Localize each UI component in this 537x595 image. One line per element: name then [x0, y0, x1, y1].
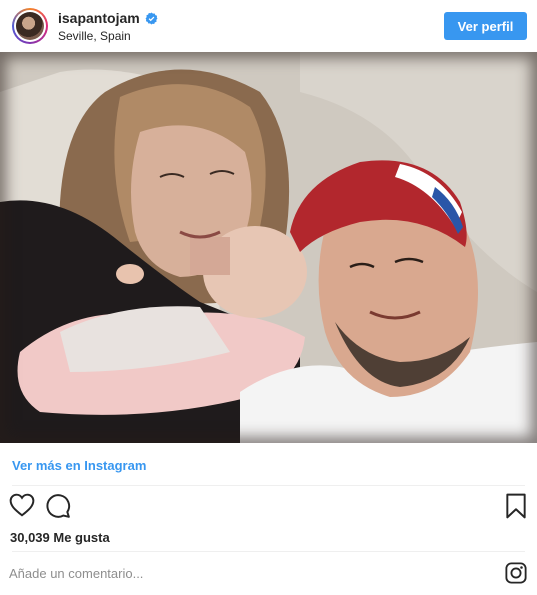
post-header: isapantojam Seville, Spain Ver perfil [0, 0, 537, 52]
comment-input[interactable] [9, 563, 459, 583]
likes-count[interactable]: 30,039 Me gusta [10, 530, 110, 545]
comment-row [0, 552, 537, 595]
photo-illustration [0, 52, 537, 443]
action-bar [0, 490, 537, 524]
username[interactable]: isapantojam [58, 10, 140, 26]
verified-badge-icon [145, 12, 158, 24]
comment-icon[interactable] [45, 493, 71, 519]
view-more-on-instagram-link[interactable]: Ver más en Instagram [12, 458, 146, 473]
heart-icon[interactable] [9, 493, 35, 517]
post-photo[interactable] [0, 52, 537, 443]
avatar-image [16, 12, 44, 40]
divider [12, 485, 525, 486]
view-profile-button[interactable]: Ver perfil [444, 12, 527, 40]
avatar[interactable] [12, 8, 48, 44]
instagram-icon[interactable] [505, 562, 527, 584]
instagram-embed-card: isapantojam Seville, Spain Ver perfil Ve… [0, 0, 537, 595]
bookmark-icon[interactable] [505, 493, 527, 519]
location-label[interactable]: Seville, Spain [58, 29, 158, 43]
user-block: isapantojam Seville, Spain [58, 10, 158, 43]
